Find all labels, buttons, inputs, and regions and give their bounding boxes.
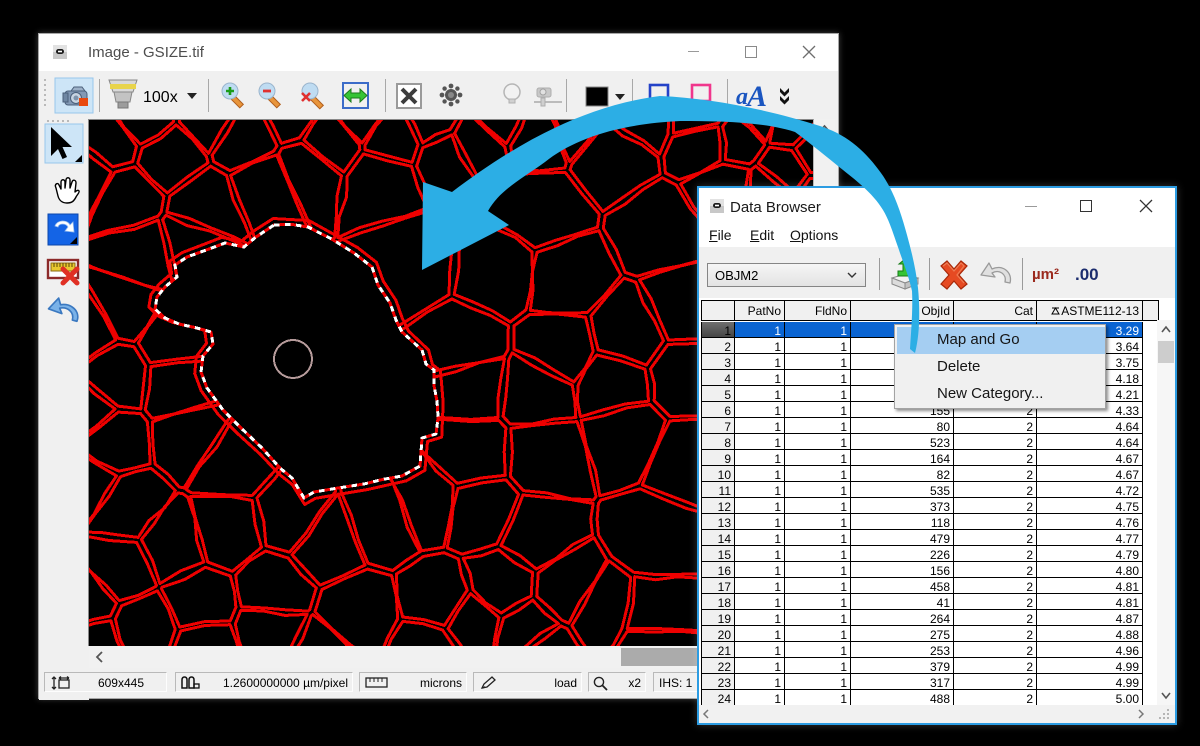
svg-text:100x: 100x: [143, 89, 178, 106]
svg-text:A: A: [745, 80, 767, 113]
